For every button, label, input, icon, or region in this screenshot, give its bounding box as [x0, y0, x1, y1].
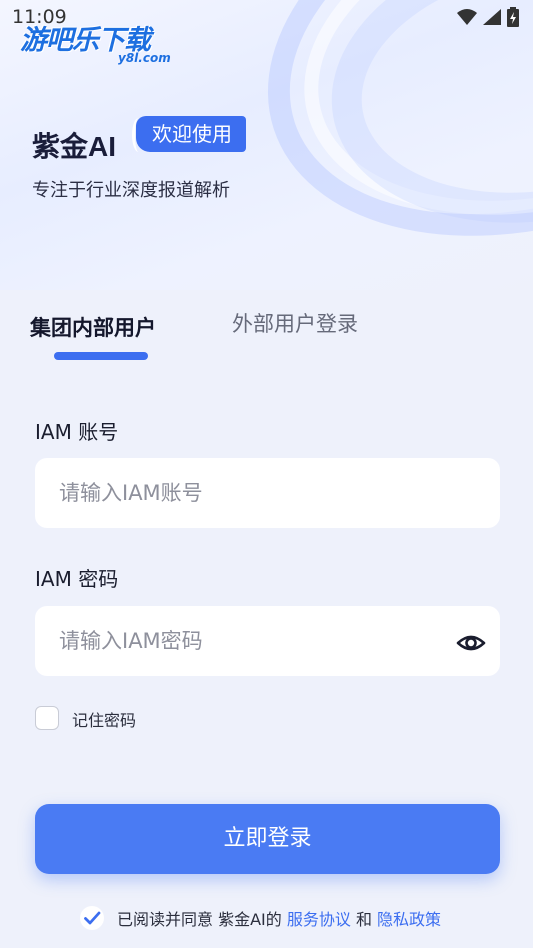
remember-password-checkbox[interactable]	[35, 706, 59, 730]
tab-external-login[interactable]: 外部用户登录	[232, 308, 358, 338]
agreement-text: 已阅读并同意 紫金AI的 服务协议 和 隐私政策	[117, 906, 441, 930]
watermark-url: y8l.com	[118, 51, 171, 65]
account-label: IAM 账号	[35, 420, 119, 444]
password-input[interactable]	[35, 606, 500, 676]
watermark-logo: 游吧乐下载 y8l.com	[20, 18, 190, 68]
agreement-and: 和	[350, 910, 378, 929]
signal-icon	[483, 9, 501, 25]
app-name: 紫金AI	[32, 131, 117, 162]
login-button[interactable]: 立即登录	[35, 804, 500, 874]
wifi-icon	[457, 9, 477, 25]
password-label: IAM 密码	[35, 567, 119, 591]
remember-password-label[interactable]: 记住密码	[72, 707, 136, 731]
show-password-eye-icon[interactable]	[456, 628, 486, 658]
privacy-policy-link[interactable]: 隐私政策	[377, 910, 441, 929]
welcome-badge: 欢迎使用	[132, 116, 246, 152]
app-tagline: 专注于行业深度报道解析	[32, 180, 230, 201]
account-input[interactable]	[35, 458, 500, 528]
agreement-checkbox-checked-icon[interactable]	[80, 906, 104, 930]
status-icons	[457, 6, 519, 28]
battery-icon	[507, 7, 519, 27]
active-tab-indicator	[54, 352, 148, 360]
service-agreement-link[interactable]: 服务协议	[287, 910, 351, 929]
tab-internal-user[interactable]: 集团内部用户	[30, 312, 156, 342]
agreement-prefix: 已阅读并同意 紫金AI的	[117, 910, 287, 929]
